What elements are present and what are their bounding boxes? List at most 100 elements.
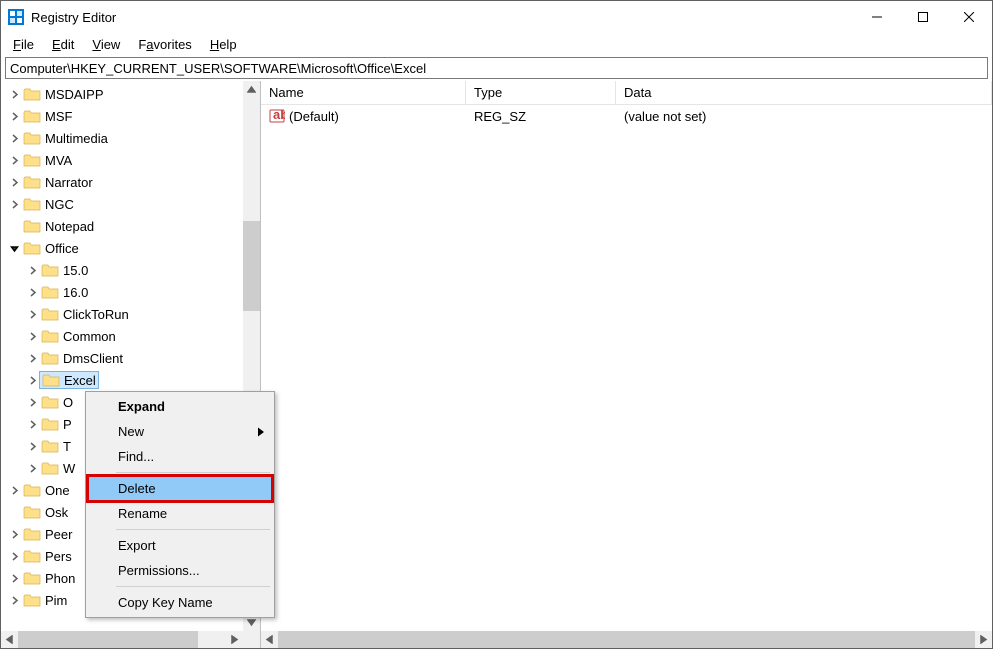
context-menu-export[interactable]: Export [88,533,272,558]
chevron-right-icon[interactable] [7,197,21,211]
scroll-thumb[interactable] [278,631,975,648]
scroll-thumb[interactable] [243,221,260,311]
tree-node-label: MVA [45,153,72,168]
scroll-up-arrow[interactable] [243,81,260,98]
context-menu-delete[interactable]: Delete [88,476,272,501]
tree-node-label: T [63,439,71,454]
values-header: Name Type Data [261,81,992,105]
context-menu-new[interactable]: New [88,419,272,444]
context-menu-copy-key-name[interactable]: Copy Key Name [88,590,272,615]
tree-node-label: Narrator [45,175,93,190]
context-menu-separator [116,472,270,473]
scroll-left-arrow[interactable] [1,631,18,648]
chevron-right-icon[interactable] [25,263,39,277]
chevron-right-icon[interactable] [7,593,21,607]
value-type: REG_SZ [466,109,616,124]
scroll-left-arrow[interactable] [261,631,278,648]
tree-node-label: DmsClient [63,351,123,366]
tree-node[interactable]: Multimedia [1,127,260,149]
folder-icon [41,416,59,432]
chevron-right-icon[interactable] [7,175,21,189]
address-bar[interactable]: Computer\HKEY_CURRENT_USER\SOFTWARE\Micr… [5,57,988,79]
values-panel: Name Type Data ab (Default) REG_SZ (valu… [261,81,992,648]
tree-node[interactable]: Notepad [1,215,260,237]
tree-node-label: MSDAIPP [45,87,104,102]
values-body[interactable]: ab (Default) REG_SZ (value not set) [261,105,992,648]
tree-horizontal-scrollbar[interactable] [1,631,243,648]
tree-node-label: O [63,395,73,410]
minimize-button[interactable] [854,1,900,33]
chevron-right-icon[interactable] [25,417,39,431]
chevron-right-icon[interactable] [7,527,21,541]
scroll-right-arrow[interactable] [975,631,992,648]
tree-node-label: Phon [45,571,75,586]
folder-icon [41,306,59,322]
tree-node[interactable]: 16.0 [1,281,260,303]
chevron-right-icon[interactable] [25,307,39,321]
context-menu-find[interactable]: Find... [88,444,272,469]
chevron-right-icon[interactable] [7,131,21,145]
chevron-down-icon[interactable] [7,241,21,255]
tree-node[interactable]: ClickToRun [1,303,260,325]
tree-node[interactable]: Excel [1,369,260,391]
values-horizontal-scrollbar[interactable] [261,631,992,648]
tree-node[interactable]: NGC [1,193,260,215]
tree-node-label: Pim [45,593,67,608]
chevron-right-icon[interactable] [25,373,39,387]
folder-icon [41,328,59,344]
scroll-right-arrow[interactable] [226,631,243,648]
context-menu-separator [116,586,270,587]
tree-node-label: One [45,483,70,498]
chevron-right-icon[interactable] [25,439,39,453]
chevron-right-icon [7,505,21,519]
window-controls [854,1,992,33]
tree-node-label: Notepad [45,219,94,234]
tree-node[interactable]: MSF [1,105,260,127]
context-menu-expand[interactable]: Expand [88,394,272,419]
column-header-name[interactable]: Name [261,81,466,104]
tree-node[interactable]: MSDAIPP [1,83,260,105]
folder-icon [42,372,60,388]
column-header-data[interactable]: Data [616,81,992,104]
chevron-right-icon[interactable] [7,571,21,585]
chevron-right-icon[interactable] [7,549,21,563]
chevron-right-icon[interactable] [7,153,21,167]
string-value-icon: ab [269,108,285,124]
close-button[interactable] [946,1,992,33]
tree-node[interactable]: Office [1,237,260,259]
title-bar: Registry Editor [1,1,992,33]
maximize-button[interactable] [900,1,946,33]
tree-node-label: Multimedia [45,131,108,146]
value-data: (value not set) [616,109,992,124]
menu-view[interactable]: View [84,35,128,54]
value-name-cell: ab (Default) [261,108,466,124]
chevron-right-icon[interactable] [25,285,39,299]
context-menu-rename[interactable]: Rename [88,501,272,526]
chevron-right-icon[interactable] [25,395,39,409]
tree-node[interactable]: 15.0 [1,259,260,281]
tree-node-label: Osk [45,505,68,520]
column-header-type[interactable]: Type [466,81,616,104]
tree-node[interactable]: Narrator [1,171,260,193]
tree-node-label: MSF [45,109,72,124]
chevron-right-icon[interactable] [7,109,21,123]
chevron-right-icon[interactable] [25,461,39,475]
value-row[interactable]: ab (Default) REG_SZ (value not set) [261,105,992,127]
chevron-right-icon[interactable] [7,87,21,101]
menu-bar: File Edit View Favorites Help [1,33,992,55]
menu-edit[interactable]: Edit [44,35,82,54]
chevron-right-icon[interactable] [25,329,39,343]
menu-favorites[interactable]: Favorites [130,35,199,54]
context-menu-permissions[interactable]: Permissions... [88,558,272,583]
context-menu: Expand New Find... Delete Rename Export … [85,391,275,618]
tree-node[interactable]: Common [1,325,260,347]
menu-help[interactable]: Help [202,35,245,54]
chevron-right-icon[interactable] [7,483,21,497]
menu-file[interactable]: File [5,35,42,54]
folder-icon [41,262,59,278]
tree-node[interactable]: DmsClient [1,347,260,369]
tree-node-label: 15.0 [63,263,88,278]
tree-node[interactable]: MVA [1,149,260,171]
chevron-right-icon[interactable] [25,351,39,365]
scroll-thumb[interactable] [18,631,198,648]
